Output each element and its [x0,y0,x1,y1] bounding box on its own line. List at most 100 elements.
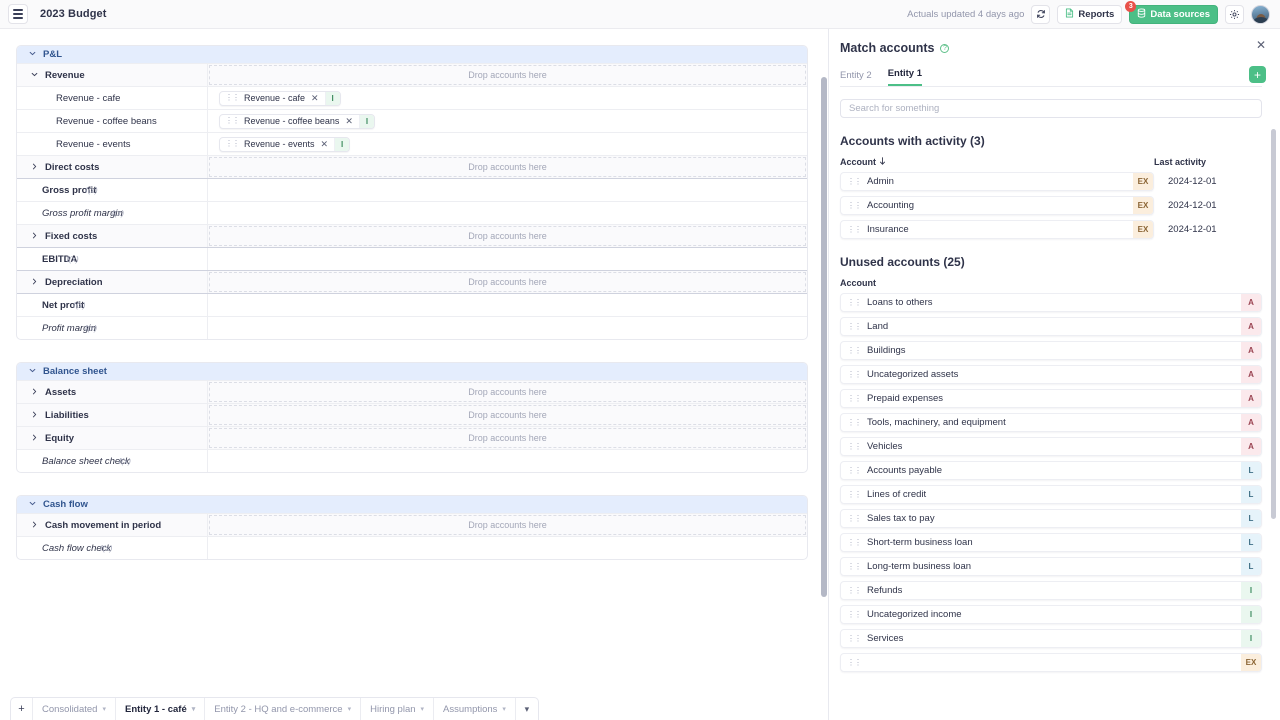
drag-handle-icon[interactable]: ⋮⋮ [847,443,861,451]
drag-handle-icon[interactable]: ⋮⋮ [225,94,239,102]
model-row[interactable]: AssetsDrop accounts here [17,380,807,403]
account-row[interactable]: ⋮⋮BuildingsA [840,341,1262,360]
accounts-cell[interactable] [208,450,807,472]
account-card[interactable]: ⋮⋮RefundsI [840,581,1262,600]
account-row[interactable]: ⋮⋮ServicesI [840,629,1262,648]
drop-zone[interactable]: Drop accounts here [209,157,806,177]
chevron-down-icon[interactable]: ▾ [102,705,106,713]
account-row[interactable]: ⋮⋮LandA [840,317,1262,336]
account-card[interactable]: ⋮⋮InsuranceEX [840,220,1154,239]
drop-zone[interactable]: Drop accounts here [209,382,806,402]
account-row[interactable]: ⋮⋮Uncategorized assetsA [840,365,1262,384]
section-header[interactable]: Balance sheet [17,363,807,380]
accounts-cell[interactable] [208,248,807,270]
accounts-cell[interactable]: ⋮⋮Revenue - coffee beans✕I [208,110,807,132]
account-row[interactable]: ⋮⋮AdminEX2024-12-01 [840,172,1262,191]
avatar[interactable] [1251,5,1270,24]
accounts-cell[interactable] [208,202,807,224]
info-icon[interactable]: ? [940,44,949,53]
model-row[interactable]: Profit marginf(x) [17,316,807,339]
accounts-cell[interactable]: ⋮⋮Revenue - events✕I [208,133,807,155]
account-chip[interactable]: ⋮⋮Revenue - cafe✕I [219,91,341,106]
chevron-right-icon[interactable] [31,232,38,241]
gear-icon[interactable] [1225,5,1244,24]
drop-zone[interactable]: Drop accounts here [209,515,806,535]
chevron-down-icon[interactable]: ▾ [192,705,196,713]
model-vertical-scrollbar[interactable] [821,77,827,597]
drag-handle-icon[interactable]: ⋮⋮ [847,347,861,355]
account-row[interactable]: ⋮⋮Prepaid expensesA [840,389,1262,408]
account-card[interactable]: ⋮⋮BuildingsA [840,341,1262,360]
model-row[interactable]: LiabilitiesDrop accounts here [17,403,807,426]
model-row[interactable]: EBITDAf(x) [17,247,807,270]
model-row[interactable]: Net profitf(x) [17,293,807,316]
model-row[interactable]: Revenue - coffee beans⋮⋮Revenue - coffee… [17,109,807,132]
chevron-right-icon[interactable] [31,388,38,397]
account-card[interactable]: ⋮⋮VehiclesA [840,437,1262,456]
account-card[interactable]: ⋮⋮Short-term business loanL [840,533,1262,552]
model-row[interactable]: Balance sheet checkf(x) [17,449,807,472]
refresh-icon[interactable] [1031,5,1050,24]
accounts-cell[interactable] [208,317,807,339]
model-row[interactable]: Direct costsDrop accounts here [17,155,807,178]
account-chip[interactable]: ⋮⋮Revenue - events✕I [219,137,350,152]
remove-chip-icon[interactable]: ✕ [311,93,319,104]
model-row[interactable]: RevenueDrop accounts here [17,63,807,86]
section-header[interactable]: P&L [17,46,807,63]
model-row[interactable]: DepreciationDrop accounts here [17,270,807,293]
sheet-tab[interactable]: Entity 2 - HQ and e-commerce▾ [205,698,361,720]
model-row[interactable]: Cash movement in periodDrop accounts her… [17,513,807,536]
close-icon[interactable]: ✕ [1256,39,1266,51]
account-card[interactable]: ⋮⋮Accounts payableL [840,461,1262,480]
drag-handle-icon[interactable]: ⋮⋮ [225,140,239,148]
model-row[interactable]: Gross profitf(x) [17,178,807,201]
chevron-down-icon[interactable]: ▾ [502,705,506,713]
drag-handle-icon[interactable]: ⋮⋮ [847,491,861,499]
panel-tab[interactable]: Entity 1 [888,68,922,86]
drag-handle-icon[interactable]: ⋮⋮ [847,515,861,523]
model-row[interactable]: Fixed costsDrop accounts here [17,224,807,247]
panel-vertical-scrollbar[interactable] [1271,129,1276,519]
drag-handle-icon[interactable]: ⋮⋮ [847,299,861,307]
account-row[interactable]: ⋮⋮Uncategorized incomeI [840,605,1262,624]
search-input[interactable] [840,99,1262,118]
chevron-down-icon[interactable]: ▾ [348,705,352,713]
drop-zone[interactable]: Drop accounts here [209,65,806,85]
drag-handle-icon[interactable]: ⋮⋮ [847,323,861,331]
accounts-cell[interactable]: ⋮⋮Revenue - cafe✕I [208,87,807,109]
account-card[interactable]: ⋮⋮Uncategorized assetsA [840,365,1262,384]
drag-handle-icon[interactable]: ⋮⋮ [847,635,861,643]
drag-handle-icon[interactable]: ⋮⋮ [847,202,861,210]
account-row[interactable]: ⋮⋮Tools, machinery, and equipmentA [840,413,1262,432]
model-row[interactable]: Gross profit marginf(x) [17,201,807,224]
chevron-right-icon[interactable] [31,163,38,172]
drag-handle-icon[interactable]: ⋮⋮ [847,587,861,595]
drag-handle-icon[interactable]: ⋮⋮ [847,395,861,403]
drag-handle-icon[interactable]: ⋮⋮ [847,563,861,571]
chevron-right-icon[interactable] [31,278,38,287]
account-row[interactable]: ⋮⋮EX [840,653,1262,672]
account-row[interactable]: ⋮⋮VehiclesA [840,437,1262,456]
account-row[interactable]: ⋮⋮Short-term business loanL [840,533,1262,552]
remove-chip-icon[interactable]: ✕ [345,116,353,127]
model-row[interactable]: Revenue - cafe⋮⋮Revenue - cafe✕I [17,86,807,109]
remove-chip-icon[interactable]: ✕ [321,139,329,150]
accounts-cell[interactable] [208,294,807,316]
account-row[interactable]: ⋮⋮InsuranceEX2024-12-01 [840,220,1262,239]
sheet-tab[interactable]: Hiring plan▾ [361,698,434,720]
account-row[interactable]: ⋮⋮Sales tax to payL [840,509,1262,528]
arrow-down-icon[interactable] [879,157,886,167]
account-card[interactable]: ⋮⋮ServicesI [840,629,1262,648]
accounts-cell[interactable] [208,537,807,559]
drag-handle-icon[interactable]: ⋮⋮ [847,226,861,234]
chevron-down-icon[interactable]: ▾ [421,705,425,713]
account-card[interactable]: ⋮⋮Loans to othersA [840,293,1262,312]
account-card[interactable]: ⋮⋮Prepaid expensesA [840,389,1262,408]
account-card[interactable]: ⋮⋮Uncategorized incomeI [840,605,1262,624]
account-card[interactable]: ⋮⋮LandA [840,317,1262,336]
account-card[interactable]: ⋮⋮AdminEX [840,172,1154,191]
hamburger-icon[interactable] [8,4,28,24]
drop-zone[interactable]: Drop accounts here [209,428,806,448]
account-row[interactable]: ⋮⋮RefundsI [840,581,1262,600]
chevron-right-icon[interactable] [31,411,38,420]
